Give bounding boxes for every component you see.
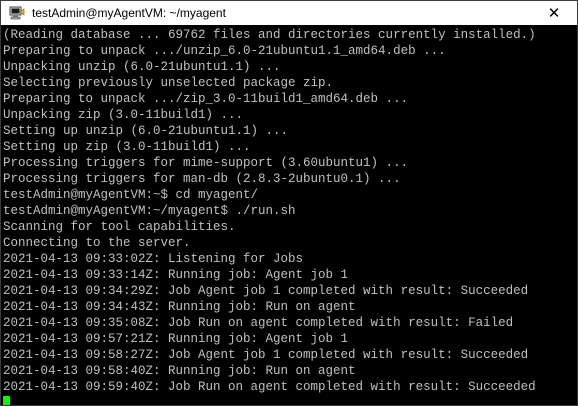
- terminal-line: Setting up unzip (6.0-21ubuntu1.1) ...: [3, 124, 289, 138]
- log-line: 2021-04-13 09:57:21Z: Running job: Agent…: [3, 332, 349, 346]
- log-line: 2021-04-13 09:58:40Z: Running job: Run o…: [3, 364, 356, 378]
- log-line: 2021-04-13 09:33:14Z: Running job: Agent…: [3, 268, 349, 282]
- terminal-line: Processing triggers for mime-support (3.…: [3, 156, 409, 170]
- shell-prompt-line: testAdmin@myAgentVM:~$ cd myagent/: [3, 188, 259, 202]
- terminal-line: Unpacking unzip (6.0-21ubuntu1.1) ...: [3, 60, 281, 74]
- terminal-line: Preparing to unpack .../zip_3.0-11build1…: [3, 92, 409, 106]
- terminal-line: Processing triggers for man-db (2.8.3-2u…: [3, 172, 401, 186]
- log-line: 2021-04-13 09:33:02Z: Listening for Jobs: [3, 252, 304, 266]
- close-button[interactable]: ✕: [531, 1, 577, 25]
- log-line: 2021-04-13 09:58:27Z: Job Agent job 1 co…: [3, 348, 529, 362]
- log-line: 2021-04-13 09:59:40Z: Job Run on agent c…: [3, 380, 536, 394]
- terminal-line: Preparing to unpack .../unzip_6.0-21ubun…: [3, 44, 446, 58]
- terminal-line: Setting up zip (3.0-11build1) ...: [3, 140, 251, 154]
- text-cursor: [3, 396, 10, 405]
- window-title: testAdmin@myAgentVM: ~/myagent: [32, 6, 226, 20]
- terminal-line: Selecting previously unselected package …: [3, 76, 334, 90]
- log-line: 2021-04-13 09:35:08Z: Job Run on agent c…: [3, 316, 514, 330]
- log-line: 2021-04-13 09:34:29Z: Job Agent job 1 co…: [3, 284, 529, 298]
- terminal-line: Scanning for tool capabilities.: [3, 220, 236, 234]
- terminal-line: Connecting to the server.: [3, 236, 191, 250]
- shell-prompt-line: testAdmin@myAgentVM:~/myagent$ ./run.sh: [3, 204, 296, 218]
- terminal-output[interactable]: (Reading database ... 69762 files and di…: [1, 26, 577, 405]
- terminal-window: testAdmin@myAgentVM: ~/myagent ✕ (Readin…: [0, 0, 578, 406]
- log-line: 2021-04-13 09:34:43Z: Running job: Run o…: [3, 300, 356, 314]
- putty-icon: [9, 6, 25, 20]
- close-icon: ✕: [547, 4, 561, 22]
- terminal-line: Unpacking zip (3.0-11build1) ...: [3, 108, 244, 122]
- title-bar[interactable]: testAdmin@myAgentVM: ~/myagent ✕: [1, 1, 577, 25]
- terminal-line: (Reading database ... 69762 files and di…: [3, 28, 536, 42]
